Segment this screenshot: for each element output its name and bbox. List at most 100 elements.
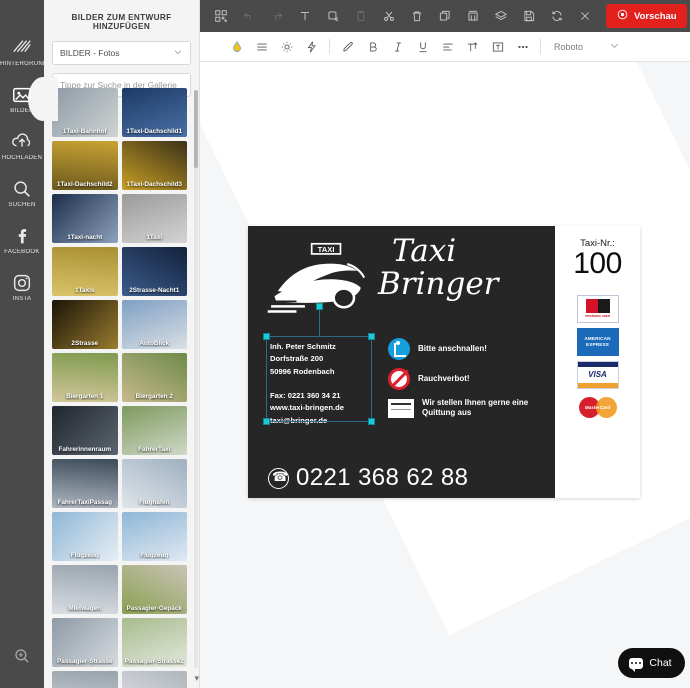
hatch-pattern-icon: [11, 37, 33, 59]
thumbnail-scroll-area[interactable]: 1Taxi-Bahnhof 1Taxi-Dachschild1 1Taxi-Dach…: [52, 88, 193, 688]
effects-icon[interactable]: [299, 34, 324, 59]
gallery-thumbnail[interactable]: FahrerTaxi: [121, 406, 187, 455]
gallery-thumbnail[interactable]: [52, 671, 118, 688]
gallery-thumbnail[interactable]: AutoBlick: [121, 300, 187, 349]
gallery-thumbnail[interactable]: 1Taxi-Bahnhof: [52, 88, 118, 137]
rail-item-hochladen[interactable]: HOCHLADEN: [0, 122, 44, 169]
chat-button[interactable]: Chat: [618, 648, 685, 678]
gallery-thumbnail[interactable]: 1Taxi: [121, 194, 187, 243]
align-left-icon[interactable]: [435, 34, 460, 59]
electronic-cash-logo-icon: electronic cash: [576, 294, 619, 323]
gallery-thumbnail[interactable]: Mietwagen: [52, 565, 118, 614]
resize-handle-bottom-left[interactable]: [263, 418, 270, 425]
resize-handle-top-left[interactable]: [263, 333, 270, 340]
scissors-icon[interactable]: [376, 3, 402, 29]
note-text: Rauchverbot!: [418, 373, 470, 383]
italic-icon[interactable]: [385, 34, 410, 59]
text-size-icon[interactable]: [460, 34, 485, 59]
gallery-thumbnail[interactable]: 1Taxi-nacht: [52, 194, 118, 243]
gallery-thumbnail[interactable]: 1Taxis: [52, 247, 118, 296]
pen-icon[interactable]: [335, 34, 360, 59]
undo-icon[interactable]: [236, 3, 262, 29]
color-drop-icon[interactable]: [224, 34, 249, 59]
address-line: [270, 378, 372, 390]
address-text-block[interactable]: Inh. Peter Schmitz Dorfstraße 200 50996 Ro…: [270, 341, 372, 427]
resize-handle-top-right[interactable]: [368, 333, 375, 340]
rail-label: HINTERGRUND: [0, 60, 44, 67]
align-icon[interactable]: [460, 3, 486, 29]
font-select[interactable]: Roboto: [554, 40, 620, 53]
gallery-thumbnail[interactable]: FahrerTaxiPassag: [52, 459, 118, 508]
facebook-icon: [11, 225, 33, 247]
rail-item-facebook[interactable]: FACEBOOK: [0, 216, 44, 263]
gallery-thumbnail[interactable]: Passagier-Strasse: [52, 618, 118, 667]
rail-item-hintergrund[interactable]: HINTERGRUND: [0, 28, 44, 75]
gallery-thumbnail[interactable]: Passagier-Strasse2: [121, 618, 187, 667]
gallery-thumbnail[interactable]: [121, 671, 187, 688]
brightness-icon[interactable]: [274, 34, 299, 59]
panel-scrollbar[interactable]: [194, 90, 198, 668]
design-canvas[interactable]: TAXI Taxi Bringer Inh. Peter Schmitz Dorf: [200, 62, 690, 688]
gallery-thumbnail-caption: FahrerTaxiPassag: [57, 499, 113, 506]
gallery-thumbnail[interactable]: 1Taxi-Dachschild2: [52, 141, 118, 190]
mastercard-label: MasterCard: [584, 404, 611, 410]
rail-item-insta[interactable]: INSTA: [0, 263, 44, 310]
gallery-thumbnail[interactable]: Passagier-Gepäck: [121, 565, 187, 614]
clipboard-icon[interactable]: [348, 3, 374, 29]
rail-label: BILDER: [10, 107, 34, 114]
editor-area: Vorschau Roboto TAXI Taxi Bringer Inh. P…: [200, 0, 690, 688]
redo-icon[interactable]: [264, 3, 290, 29]
gallery-thumbnail[interactable]: 1Taxi-Dachschild1: [121, 88, 187, 137]
rail-item-bilder[interactable]: BILDER: [0, 75, 58, 122]
text-icon[interactable]: [292, 3, 318, 29]
left-rail: HINTERGRUND BILDER HOCHLADEN SUCHEN FACE…: [0, 0, 58, 688]
gallery-thumbnail[interactable]: Flugzeug: [52, 512, 118, 561]
gallery-thumbnail[interactable]: 1Taxi-Dachschild3: [121, 141, 187, 190]
gallery-thumbnail-caption: Fahrerinnenraum: [58, 446, 112, 453]
close-icon[interactable]: [572, 3, 598, 29]
note-item: Rauchverbot!: [388, 368, 548, 390]
address-line: Inh. Peter Schmitz: [270, 342, 336, 351]
gallery-thumbnail-caption: Passagier-Gepäck: [126, 605, 182, 612]
more-icon[interactable]: [510, 34, 535, 59]
seatbelt-icon: [388, 338, 410, 360]
gallery-thumbnail-caption: 1Taxi-Dachschild3: [126, 181, 183, 188]
brand-line-1: Taxi: [392, 233, 457, 269]
chevron-down-icon: [173, 47, 183, 59]
gallery-thumbnail[interactable]: Biergarten 2: [121, 353, 187, 402]
business-card[interactable]: TAXI Taxi Bringer Inh. Peter Schmitz Dorf: [248, 226, 640, 498]
shape-icon[interactable]: [320, 3, 346, 29]
rail-zoom-button[interactable]: [0, 647, 44, 670]
layers-icon[interactable]: [488, 3, 514, 29]
gallery-thumbnail[interactable]: Fahrerinnenraum: [52, 406, 118, 455]
qr-code-icon[interactable]: [208, 3, 234, 29]
preview-button[interactable]: Vorschau: [606, 4, 687, 28]
mastercard-logo-icon: MasterCard: [577, 394, 619, 422]
rail-item-suchen[interactable]: SUCHEN: [0, 169, 44, 216]
rail-label: INSTA: [12, 295, 32, 302]
gallery-thumbnail[interactable]: Biergarten 1: [52, 353, 118, 402]
top-toolbar: Vorschau: [200, 0, 690, 32]
text-box-icon[interactable]: [485, 34, 510, 59]
instagram-icon: [11, 272, 33, 294]
trash-icon[interactable]: [404, 3, 430, 29]
duplicate-icon[interactable]: [432, 3, 458, 29]
search-icon: [11, 178, 33, 200]
svg-text:TAXI: TAXI: [318, 245, 335, 254]
gallery-thumbnail[interactable]: Flughafen: [121, 459, 187, 508]
zoom-magnifier-icon: [13, 647, 31, 670]
category-select[interactable]: BILDER - Fotos: [52, 41, 191, 65]
gallery-thumbnail-caption: Flugzeug: [140, 552, 169, 559]
underline-icon[interactable]: [410, 34, 435, 59]
gallery-thumbnail[interactable]: 2Strasse-Nacht1: [121, 247, 187, 296]
save-icon[interactable]: [516, 3, 542, 29]
panel-scrollbar-thumb[interactable]: [194, 90, 198, 168]
gallery-thumbnail-caption: Mietwagen: [68, 605, 102, 612]
bold-icon[interactable]: [360, 34, 385, 59]
line-height-icon[interactable]: [249, 34, 274, 59]
gallery-thumbnail[interactable]: Flugzeug: [121, 512, 187, 561]
sync-icon[interactable]: [544, 3, 570, 29]
gallery-thumbnail-caption: 1Taxi-nacht: [67, 234, 103, 241]
gallery-thumbnail[interactable]: 2Strasse: [52, 300, 118, 349]
scroll-down-chevron-icon[interactable]: ▾: [194, 673, 199, 684]
